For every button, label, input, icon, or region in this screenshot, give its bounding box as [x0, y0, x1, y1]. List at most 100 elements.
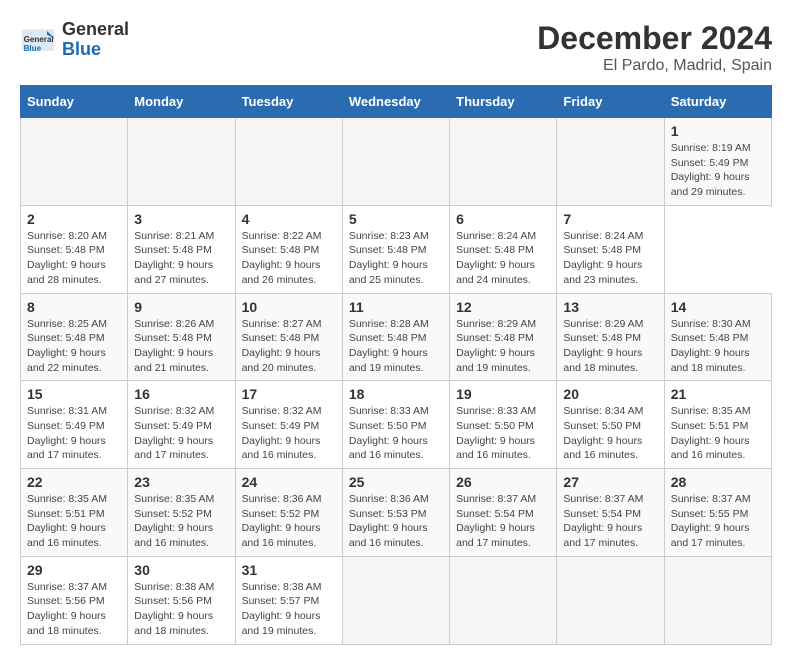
day-info: Sunrise: 8:26 AM Sunset: 5:48 PM Dayligh…	[134, 317, 228, 376]
daylight: Daylight: 9 hours and 19 minutes.	[349, 347, 428, 374]
day-info: Sunrise: 8:37 AM Sunset: 5:54 PM Dayligh…	[456, 492, 550, 551]
calendar-cell	[21, 118, 128, 206]
daylight: Daylight: 9 hours and 24 minutes.	[456, 259, 535, 286]
day-info: Sunrise: 8:29 AM Sunset: 5:48 PM Dayligh…	[563, 317, 657, 376]
sunrise: Sunrise: 8:32 AM	[134, 405, 214, 417]
sunrise: Sunrise: 8:37 AM	[456, 493, 536, 505]
sunset: Sunset: 5:48 PM	[563, 244, 641, 256]
month-title: December 2024	[537, 20, 772, 57]
daylight: Daylight: 9 hours and 18 minutes.	[27, 610, 106, 637]
sunset: Sunset: 5:51 PM	[27, 508, 105, 520]
sunrise: Sunrise: 8:24 AM	[563, 230, 643, 242]
calendar-cell: 15 Sunrise: 8:31 AM Sunset: 5:49 PM Dayl…	[21, 381, 128, 469]
day-number: 30	[134, 562, 228, 578]
daylight: Daylight: 9 hours and 16 minutes.	[456, 435, 535, 462]
sunrise: Sunrise: 8:25 AM	[27, 318, 107, 330]
daylight: Daylight: 9 hours and 16 minutes.	[242, 522, 321, 549]
sunrise: Sunrise: 8:26 AM	[134, 318, 214, 330]
sunset: Sunset: 5:50 PM	[563, 420, 641, 432]
header-row: Sunday Monday Tuesday Wednesday Thursday…	[21, 86, 772, 118]
day-info: Sunrise: 8:19 AM Sunset: 5:49 PM Dayligh…	[671, 141, 765, 200]
calendar-cell: 7 Sunrise: 8:24 AM Sunset: 5:48 PM Dayli…	[557, 205, 664, 293]
daylight: Daylight: 9 hours and 16 minutes.	[242, 435, 321, 462]
sunrise: Sunrise: 8:20 AM	[27, 230, 107, 242]
day-info: Sunrise: 8:20 AM Sunset: 5:48 PM Dayligh…	[27, 229, 121, 288]
calendar-table: Sunday Monday Tuesday Wednesday Thursday…	[20, 85, 772, 645]
sunset: Sunset: 5:50 PM	[456, 420, 534, 432]
sunrise: Sunrise: 8:21 AM	[134, 230, 214, 242]
daylight: Daylight: 9 hours and 16 minutes.	[134, 522, 213, 549]
day-number: 24	[242, 474, 336, 490]
calendar-cell: 23 Sunrise: 8:35 AM Sunset: 5:52 PM Dayl…	[128, 469, 235, 557]
day-info: Sunrise: 8:32 AM Sunset: 5:49 PM Dayligh…	[242, 404, 336, 463]
sunset: Sunset: 5:48 PM	[349, 244, 427, 256]
sunset: Sunset: 5:55 PM	[671, 508, 749, 520]
week-row-2: 2 Sunrise: 8:20 AM Sunset: 5:48 PM Dayli…	[21, 205, 772, 293]
day-number: 20	[563, 386, 657, 402]
day-info: Sunrise: 8:37 AM Sunset: 5:55 PM Dayligh…	[671, 492, 765, 551]
col-saturday: Saturday	[664, 86, 771, 118]
day-info: Sunrise: 8:28 AM Sunset: 5:48 PM Dayligh…	[349, 317, 443, 376]
day-info: Sunrise: 8:24 AM Sunset: 5:48 PM Dayligh…	[563, 229, 657, 288]
daylight: Daylight: 9 hours and 26 minutes.	[242, 259, 321, 286]
calendar-cell: 22 Sunrise: 8:35 AM Sunset: 5:51 PM Dayl…	[21, 469, 128, 557]
header: General Blue General Blue December 2024 …	[20, 20, 772, 75]
calendar-cell: 16 Sunrise: 8:32 AM Sunset: 5:49 PM Dayl…	[128, 381, 235, 469]
week-row-4: 15 Sunrise: 8:31 AM Sunset: 5:49 PM Dayl…	[21, 381, 772, 469]
calendar-cell	[450, 556, 557, 644]
sunrise: Sunrise: 8:33 AM	[456, 405, 536, 417]
sunset: Sunset: 5:49 PM	[242, 420, 320, 432]
daylight: Daylight: 9 hours and 20 minutes.	[242, 347, 321, 374]
sunrise: Sunrise: 8:32 AM	[242, 405, 322, 417]
day-number: 13	[563, 299, 657, 315]
day-number: 27	[563, 474, 657, 490]
sunrise: Sunrise: 8:29 AM	[563, 318, 643, 330]
day-info: Sunrise: 8:36 AM Sunset: 5:52 PM Dayligh…	[242, 492, 336, 551]
sunrise: Sunrise: 8:36 AM	[242, 493, 322, 505]
sunset: Sunset: 5:48 PM	[134, 244, 212, 256]
daylight: Daylight: 9 hours and 29 minutes.	[671, 171, 750, 198]
calendar-cell	[342, 556, 449, 644]
day-number: 19	[456, 386, 550, 402]
day-info: Sunrise: 8:33 AM Sunset: 5:50 PM Dayligh…	[349, 404, 443, 463]
day-info: Sunrise: 8:38 AM Sunset: 5:57 PM Dayligh…	[242, 580, 336, 639]
sunset: Sunset: 5:48 PM	[456, 244, 534, 256]
sunset: Sunset: 5:48 PM	[456, 332, 534, 344]
daylight: Daylight: 9 hours and 16 minutes.	[563, 435, 642, 462]
calendar-cell: 13 Sunrise: 8:29 AM Sunset: 5:48 PM Dayl…	[557, 293, 664, 381]
daylight: Daylight: 9 hours and 17 minutes.	[671, 522, 750, 549]
daylight: Daylight: 9 hours and 18 minutes.	[134, 610, 213, 637]
day-number: 18	[349, 386, 443, 402]
day-info: Sunrise: 8:30 AM Sunset: 5:48 PM Dayligh…	[671, 317, 765, 376]
sunrise: Sunrise: 8:37 AM	[563, 493, 643, 505]
calendar-cell: 18 Sunrise: 8:33 AM Sunset: 5:50 PM Dayl…	[342, 381, 449, 469]
daylight: Daylight: 9 hours and 19 minutes.	[456, 347, 535, 374]
daylight: Daylight: 9 hours and 17 minutes.	[27, 435, 106, 462]
sunset: Sunset: 5:50 PM	[349, 420, 427, 432]
daylight: Daylight: 9 hours and 16 minutes.	[349, 522, 428, 549]
sunrise: Sunrise: 8:34 AM	[563, 405, 643, 417]
calendar-cell	[557, 118, 664, 206]
sunset: Sunset: 5:48 PM	[27, 332, 105, 344]
logo-general: General	[62, 20, 129, 40]
calendar-cell: 9 Sunrise: 8:26 AM Sunset: 5:48 PM Dayli…	[128, 293, 235, 381]
calendar-cell: 11 Sunrise: 8:28 AM Sunset: 5:48 PM Dayl…	[342, 293, 449, 381]
col-sunday: Sunday	[21, 86, 128, 118]
sunset: Sunset: 5:48 PM	[671, 332, 749, 344]
sunrise: Sunrise: 8:36 AM	[349, 493, 429, 505]
svg-text:Blue: Blue	[24, 44, 42, 53]
calendar-cell: 19 Sunrise: 8:33 AM Sunset: 5:50 PM Dayl…	[450, 381, 557, 469]
logo-blue: Blue	[62, 40, 129, 60]
sunrise: Sunrise: 8:35 AM	[671, 405, 751, 417]
day-info: Sunrise: 8:38 AM Sunset: 5:56 PM Dayligh…	[134, 580, 228, 639]
day-info: Sunrise: 8:25 AM Sunset: 5:48 PM Dayligh…	[27, 317, 121, 376]
sunset: Sunset: 5:56 PM	[134, 595, 212, 607]
day-number: 5	[349, 211, 443, 227]
sunset: Sunset: 5:57 PM	[242, 595, 320, 607]
sunrise: Sunrise: 8:28 AM	[349, 318, 429, 330]
day-number: 23	[134, 474, 228, 490]
calendar-cell: 20 Sunrise: 8:34 AM Sunset: 5:50 PM Dayl…	[557, 381, 664, 469]
day-info: Sunrise: 8:23 AM Sunset: 5:48 PM Dayligh…	[349, 229, 443, 288]
day-info: Sunrise: 8:35 AM Sunset: 5:51 PM Dayligh…	[27, 492, 121, 551]
daylight: Daylight: 9 hours and 28 minutes.	[27, 259, 106, 286]
